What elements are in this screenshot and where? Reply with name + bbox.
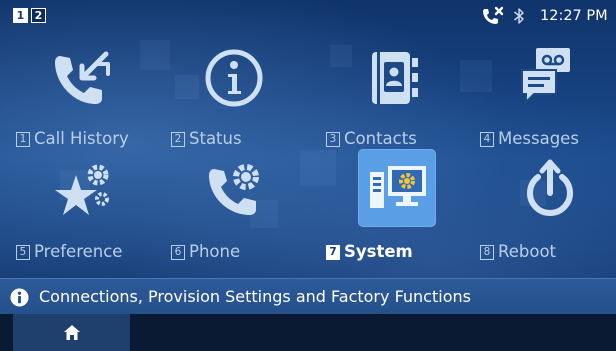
dnd-phone-icon	[483, 6, 504, 24]
info-circle-icon	[198, 42, 270, 114]
menu-item-preference[interactable]: 5 Preference	[14, 143, 166, 263]
power-reboot-icon	[514, 153, 586, 225]
menu-item-reboot[interactable]: 8 Reboot	[478, 143, 616, 263]
clock: 12:27 PM	[540, 8, 608, 24]
info-bar: Connections, Provision Settings and Fact…	[0, 278, 616, 315]
menu-item-label: 6 Phone	[171, 241, 240, 263]
menu-item-text: Preference	[34, 242, 123, 261]
status-bar: 1 2 12:27 PM	[0, 0, 616, 34]
menu-item-number: 7	[326, 244, 340, 260]
menu-item-number: 6	[171, 244, 185, 260]
bottom-nav-bar	[0, 314, 616, 351]
menu-item-text: System	[344, 242, 413, 261]
contacts-book-icon	[356, 42, 428, 114]
menu-item-contacts[interactable]: 3 Contacts	[324, 30, 476, 150]
menu-item-phone[interactable]: 6 Phone	[168, 143, 320, 263]
system-computer-icon	[362, 152, 434, 224]
info-description: Connections, Provision Settings and Fact…	[39, 287, 471, 306]
voicemail-message-icon	[508, 42, 580, 114]
account-1-indicator[interactable]: 1	[13, 8, 28, 23]
menu-item-status[interactable]: 2 Status	[168, 30, 320, 150]
call-history-icon	[46, 42, 118, 114]
phone-screen: 1 2 12:27 PM 1 Call History 2 Status 3 C…	[0, 0, 616, 351]
home-icon	[64, 325, 80, 340]
menu-item-system[interactable]: 7 System	[324, 143, 476, 263]
menu-item-label: 7 System	[326, 241, 413, 263]
menu-item-label: 5 Preference	[16, 241, 122, 263]
home-tab[interactable]	[13, 314, 130, 351]
star-gear-icon	[48, 153, 120, 225]
menu-item-messages[interactable]: 4 Messages	[478, 30, 616, 150]
menu-item-number: 5	[16, 244, 30, 260]
account-2-indicator[interactable]: 2	[31, 8, 46, 23]
menu-item-label: 8 Reboot	[480, 241, 556, 263]
bluetooth-icon	[514, 8, 524, 24]
phone-gear-icon	[200, 153, 272, 225]
menu-item-text: Reboot	[498, 242, 557, 261]
info-icon	[10, 288, 29, 307]
menu-item-number: 8	[480, 244, 494, 260]
menu-item-text: Phone	[189, 242, 241, 261]
menu-item-call-history[interactable]: 1 Call History	[14, 30, 166, 150]
